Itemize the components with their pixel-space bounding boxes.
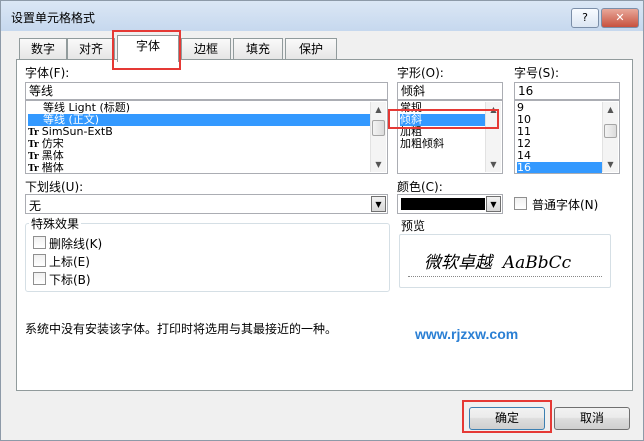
font-list-item[interactable]: 等线 (正文): [28, 114, 370, 126]
font-list-item[interactable]: Tr 黑体: [28, 150, 370, 162]
font-size-listbox[interactable]: 9 10 11 12 14 16 ▲ ▼: [514, 100, 620, 174]
font-style-input[interactable]: 倾斜: [397, 82, 503, 100]
size-label: 字号(S):: [514, 66, 560, 80]
truetype-icon: Tr: [28, 164, 39, 174]
size-list-item[interactable]: 11: [517, 126, 602, 138]
font-size-input[interactable]: 16: [514, 82, 620, 100]
subscript-checkbox[interactable]: [33, 272, 46, 285]
scroll-down-icon[interactable]: ▼: [486, 157, 501, 172]
chevron-down-icon[interactable]: ▼: [371, 196, 386, 212]
chevron-down-icon[interactable]: ▼: [486, 196, 501, 212]
superscript-label: 上标(E): [49, 255, 90, 269]
truetype-icon: Tr: [28, 128, 39, 138]
color-picker[interactable]: ▼: [397, 194, 503, 214]
help-icon: ?: [582, 11, 588, 24]
size-list-item[interactable]: 14: [517, 150, 602, 162]
scroll-thumb[interactable]: [604, 124, 617, 138]
scroll-down-icon[interactable]: ▼: [603, 157, 618, 172]
font-info-text: 系统中没有安装该字体。打印时将选用与其最接近的一种。: [25, 322, 338, 336]
preview-legend: 预览: [401, 219, 426, 233]
effects-legend: 特殊效果: [29, 215, 82, 232]
help-button[interactable]: ?: [571, 8, 599, 28]
size-list-scrollbar[interactable]: ▲ ▼: [602, 102, 618, 172]
truetype-icon: Tr: [28, 152, 39, 162]
annotation-box-ok: [462, 400, 552, 433]
watermark: www.rjzxw.com: [415, 326, 519, 342]
size-list-item[interactable]: 16: [517, 162, 602, 173]
underline-value: 无: [29, 199, 42, 213]
size-list-item[interactable]: 12: [517, 138, 602, 150]
font-listbox[interactable]: 等线 Light (标题) 等线 (正文) Tr SimSun-ExtB Tr 仿宋…: [25, 100, 388, 174]
close-button[interactable]: ✕: [601, 8, 639, 28]
close-icon: ✕: [615, 11, 625, 24]
annotation-box-italic: [388, 109, 499, 129]
preview-text: 微软卓越 AaBbCc: [424, 253, 572, 273]
scroll-down-icon[interactable]: ▼: [371, 157, 386, 172]
title-bar: 设置单元格格式 ? ✕: [1, 1, 643, 31]
underline-select[interactable]: 无 ▼: [25, 194, 388, 214]
preview-box: 微软卓越 AaBbCc: [399, 234, 611, 288]
font-list-scrollbar[interactable]: ▲ ▼: [370, 102, 386, 172]
strikethrough-label: 删除线(K): [49, 237, 103, 251]
tab-number[interactable]: 数字: [19, 38, 67, 61]
format-cells-dialog: 设置单元格格式 ? ✕ 数字 对齐 字体 边框 填充 保护 字体(F): 等线 …: [0, 0, 644, 441]
normal-font-label: 普通字体(N): [532, 198, 599, 212]
dialog-title: 设置单元格格式: [11, 11, 96, 25]
size-list-item[interactable]: 9: [517, 102, 602, 114]
cancel-button[interactable]: 取消: [554, 407, 630, 430]
normal-font-checkbox[interactable]: [514, 197, 527, 210]
font-name-input[interactable]: 等线: [25, 82, 388, 100]
font-label: 字体(F):: [25, 66, 70, 80]
tab-fill[interactable]: 填充: [233, 38, 283, 61]
size-list-item[interactable]: 10: [517, 114, 602, 126]
underline-label: 下划线(U):: [25, 180, 84, 194]
annotation-box-font-tab: [112, 30, 181, 70]
scroll-up-icon[interactable]: ▲: [603, 102, 618, 117]
tab-alignment[interactable]: 对齐: [67, 38, 115, 61]
scroll-thumb[interactable]: [372, 120, 385, 136]
style-label: 字形(O):: [397, 66, 444, 80]
subscript-label: 下标(B): [49, 273, 91, 287]
style-list-item[interactable]: 加粗倾斜: [400, 138, 485, 150]
scroll-up-icon[interactable]: ▲: [371, 102, 386, 117]
font-list-item[interactable]: 等线 Light (标题): [28, 102, 370, 114]
tab-protection[interactable]: 保护: [285, 38, 337, 61]
font-list-item[interactable]: Tr SimSun-ExtB: [28, 126, 370, 138]
font-list-item[interactable]: Tr 仿宋: [28, 138, 370, 150]
superscript-checkbox[interactable]: [33, 254, 46, 267]
strikethrough-checkbox[interactable]: [33, 236, 46, 249]
color-label: 颜色(C):: [397, 180, 443, 194]
tab-border[interactable]: 边框: [181, 38, 231, 61]
color-swatch: [401, 198, 485, 210]
font-list-item[interactable]: Tr 楷体: [28, 162, 370, 174]
truetype-icon: Tr: [28, 140, 39, 150]
baseline-rule: [408, 276, 602, 277]
